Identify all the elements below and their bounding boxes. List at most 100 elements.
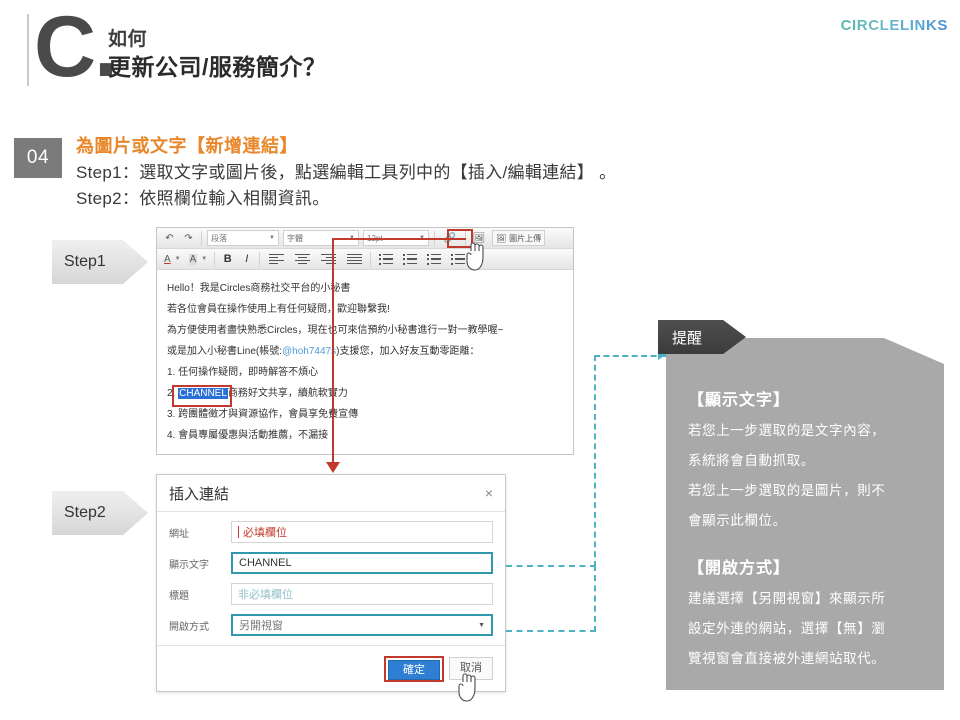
callout-connector-segment — [506, 565, 596, 567]
editor-list-item: 1. 任何操作疑問，即時解答不煩心 — [167, 367, 319, 378]
editor-list-item: 4. 會員專屬優惠與活動推薦，不漏接 — [167, 430, 329, 441]
image-upload-button[interactable]: 🖼 圖片上傳 — [492, 230, 546, 246]
line4-suffix: )支援您，加入好友互動零距離： — [336, 346, 480, 357]
step1-tag: Step1 — [52, 240, 148, 284]
note-text: 建議選擇【另開視窗】來顯示所 — [688, 591, 886, 606]
header-divider-rule — [27, 14, 29, 86]
circlelinks-logo: CIRCLELINKS — [840, 17, 948, 34]
align-right-icon[interactable] — [316, 251, 340, 268]
callout-connector-segment — [594, 355, 666, 357]
dialog-footer: 確定 取消 — [157, 645, 505, 691]
undo-icon[interactable]: ↶ — [161, 230, 178, 247]
reminder-note-panel: 【顯示文字】 若您上一步選取的是文字內容， 系統將會自動抓取。 若您上一步選取的… — [666, 338, 944, 690]
step2-tag-label: Step2 — [64, 504, 106, 521]
page-title-line1: 如何 — [108, 29, 148, 50]
field-label-open-mode: 開啟方式 — [169, 621, 209, 633]
display-text-value: CHANNEL — [239, 557, 292, 569]
toolbar-separator — [259, 251, 261, 267]
close-icon[interactable]: × — [485, 485, 493, 501]
step1-tag-label: Step1 — [64, 253, 106, 270]
toolbar-separator — [370, 251, 372, 267]
dialog-titlebar: 插入連結 × — [157, 475, 505, 512]
line4-prefix: 或是加入小秘書Line(帳號: — [167, 346, 283, 357]
channel-selection-highlight-box — [172, 385, 232, 407]
form-row-display-text: 顯示文字 CHANNEL — [169, 552, 493, 574]
step-heading: 為圖片或文字【新增連結】 — [76, 136, 298, 156]
annotation-line-vertical — [332, 238, 334, 468]
dialog-title: 插入連結 — [169, 485, 230, 503]
italic-button[interactable]: I — [238, 251, 255, 268]
text-color-button[interactable]: A ▼ — [161, 251, 184, 268]
section-letter: C. — [34, 0, 118, 95]
editor-list-item: 3. 跨團體徵才與資源協作，會員享免費宣傳 — [167, 409, 359, 420]
number-list-icon[interactable] — [399, 251, 421, 268]
note-heading-open-mode: 【開啟方式】 — [688, 560, 791, 577]
open-mode-value: 另開視窗 — [239, 620, 283, 632]
display-text-input[interactable]: CHANNEL — [231, 552, 493, 574]
paragraph-style-select[interactable]: 段落 ▼ — [207, 230, 279, 246]
align-center-icon[interactable] — [290, 251, 314, 268]
text-caret — [238, 526, 239, 538]
hand-cursor-icon — [458, 673, 476, 702]
note-text: 覽視窗會直接被外連網站取代。 — [688, 651, 886, 666]
note-folded-corner — [884, 338, 944, 364]
reminder-note-body: 【顯示文字】 若您上一步選取的是文字內容， 系統將會自動抓取。 若您上一步選取的… — [666, 338, 944, 674]
form-row-url: 網址 必填欄位 — [169, 521, 493, 543]
list2-rest: 商務好文共享，續航軟實力 — [227, 388, 348, 399]
title-input[interactable]: 非必填欄位 — [231, 583, 493, 605]
align-left-icon[interactable] — [264, 251, 288, 268]
field-label-title: 標題 — [169, 590, 189, 602]
field-label-url: 網址 — [169, 528, 189, 540]
line-account-link[interactable]: @hoh7447s — [282, 346, 336, 357]
callout-connector-segment — [506, 630, 596, 632]
upload-image-icon: 🖼 — [496, 233, 507, 243]
toolbar-separator — [201, 230, 202, 246]
step2-tag: Step2 — [52, 491, 148, 535]
callout-connector-segment — [594, 565, 596, 632]
note-heading-display-text: 【顯示文字】 — [688, 392, 791, 409]
annotation-arrow-down — [326, 462, 340, 473]
editor-line: 或是加入小秘書Line(帳號:@hoh7447s)支援您，加入好友互動零距離： — [167, 341, 563, 362]
note-text: 若您上一步選取的是圖片，則不 — [688, 483, 886, 498]
callout-connector-segment — [594, 355, 596, 567]
toolbar-separator — [214, 251, 216, 267]
insert-link-dialog: 插入連結 × 網址 必填欄位 顯示文字 CHANNEL 標題 非必填欄位 開啟方… — [156, 474, 506, 692]
confirm-button-highlight-box: 確定 — [384, 655, 444, 682]
bullet-list-icon[interactable] — [375, 251, 397, 268]
confirm-button[interactable]: 確定 — [388, 659, 440, 680]
annotation-line-horizontal — [332, 238, 466, 240]
redo-icon[interactable]: ↷ — [180, 230, 197, 247]
page-title-line2: 更新公司/服務簡介？ — [108, 54, 327, 80]
chevron-down-icon: ▼ — [201, 256, 208, 262]
bold-button[interactable]: B — [219, 251, 236, 268]
editor-toolbar-row-2: A ▼ A ▼ B I — [157, 249, 573, 270]
outdent-icon[interactable] — [423, 251, 445, 268]
field-label-display-text: 顯示文字 — [169, 559, 209, 571]
note-text: 會顯示此欄位。 — [688, 513, 787, 528]
note-text: 系統將會自動抓取。 — [688, 453, 815, 468]
step-instruction-1: Step1：選取文字或圖片後，點選編輯工具列中的【插入/編輯連結】 。 — [76, 163, 617, 182]
reminder-tag-label: 提醒 — [672, 329, 703, 347]
align-justify-icon[interactable] — [342, 251, 366, 268]
form-row-open-mode: 開啟方式 另開視窗 ▼ — [169, 614, 493, 636]
open-mode-select[interactable]: 另開視窗 ▼ — [231, 614, 493, 636]
note-text: 設定外連的網站，選擇【無】瀏 — [688, 621, 886, 636]
background-color-button[interactable]: A ▼ — [186, 251, 211, 268]
rich-text-editor-panel: ↶ ↷ 段落 ▼ 字體 ▼ 12pt ▼ 🔗 🖼 🖼 圖片上傳 A ▼ A — [156, 227, 574, 455]
note-spacer — [688, 536, 922, 554]
hand-cursor-icon — [466, 242, 484, 271]
url-placeholder: 必填欄位 — [243, 527, 287, 539]
chevron-down-icon: ▼ — [478, 621, 485, 629]
chevron-down-icon: ▼ — [174, 256, 181, 262]
form-row-title: 標題 非必填欄位 — [169, 583, 493, 605]
editor-content-area[interactable]: Hello！我是Circles商務社交平台的小秘書 若各位會員在操作使用上有任何… — [157, 270, 573, 446]
page-title: 如何 更新公司/服務簡介？ — [108, 28, 326, 82]
editor-line: 若各位會員在操作使用上有任何疑問，歡迎聯繫我! — [167, 304, 390, 315]
note-text: 若您上一步選取的是文字內容， — [688, 423, 886, 438]
title-placeholder: 非必填欄位 — [238, 589, 293, 601]
url-input[interactable]: 必填欄位 — [231, 521, 493, 543]
chevron-down-icon: ▼ — [269, 235, 275, 241]
editor-line: 為方便使用者盡快熟悉Circles，現在也可來信預約小秘書進行一對一教學喔~ — [167, 325, 504, 336]
step-instruction-2: Step2：依照欄位輸入相關資訊。 — [76, 189, 330, 208]
step-number-badge: 04 — [14, 138, 62, 178]
